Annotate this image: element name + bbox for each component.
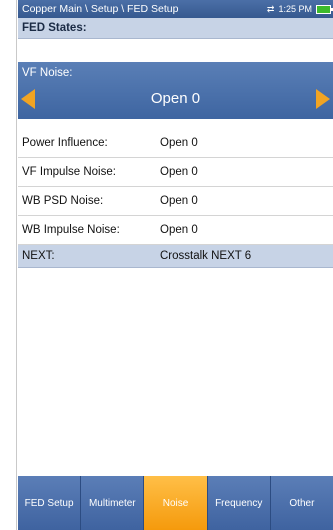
tab-noise[interactable]: Noise — [144, 476, 208, 530]
row-label: VF Impulse Noise: — [22, 166, 116, 178]
tab-other[interactable]: Other — [270, 476, 333, 530]
wb-psd-noise-row[interactable]: WB PSD Noise: Open 0 — [18, 187, 333, 216]
vf-noise-selector[interactable]: VF Noise: Open 0 — [18, 62, 333, 119]
battery-icon — [316, 4, 333, 14]
tab-multimeter[interactable]: Multimeter — [81, 476, 145, 530]
power-influence-row[interactable]: Power Influence: Open 0 — [18, 129, 333, 158]
app-window: Copper Main \ Setup \ FED Setup ⇄ 1:25 P… — [18, 0, 333, 530]
row-value: Open 0 — [160, 195, 198, 207]
breadcrumb: Copper Main \ Setup \ FED Setup — [22, 3, 179, 15]
tab-fed-setup[interactable]: FED Setup — [18, 476, 82, 530]
next-value: Crosstalk NEXT 6 — [160, 250, 252, 262]
row-label: Power Influence: — [22, 137, 108, 149]
row-value: Open 0 — [160, 137, 198, 149]
wb-impulse-noise-row[interactable]: WB Impulse Noise: Open 0 — [18, 216, 333, 245]
tab-frequency[interactable]: Frequency — [207, 476, 271, 530]
left-border — [0, 0, 18, 530]
fed-states-label: FED States: — [22, 22, 87, 34]
title-bar: Copper Main \ Setup \ FED Setup ⇄ 1:25 P… — [18, 0, 333, 18]
vf-noise-label: VF Noise: — [22, 67, 73, 79]
next-label: NEXT: — [22, 250, 55, 262]
fed-states-header: FED States: — [18, 18, 333, 39]
status-area: ⇄ 1:25 PM — [266, 0, 333, 18]
row-label: WB Impulse Noise: — [22, 224, 120, 236]
row-value: Open 0 — [160, 224, 198, 236]
vf-noise-value: Open 0 — [150, 90, 201, 107]
bottom-tab-bar: FED Setup Multimeter Noise Frequency Oth… — [18, 476, 333, 530]
clock-time: 1:25 PM — [278, 4, 312, 14]
next-row[interactable]: NEXT: Crosstalk NEXT 6 — [18, 245, 333, 268]
row-label: WB PSD Noise: — [22, 195, 104, 207]
row-value: Open 0 — [160, 166, 198, 178]
vf-impulse-noise-row[interactable]: VF Impulse Noise: Open 0 — [18, 158, 333, 187]
signal-icon: ⇄ — [266, 3, 275, 14]
